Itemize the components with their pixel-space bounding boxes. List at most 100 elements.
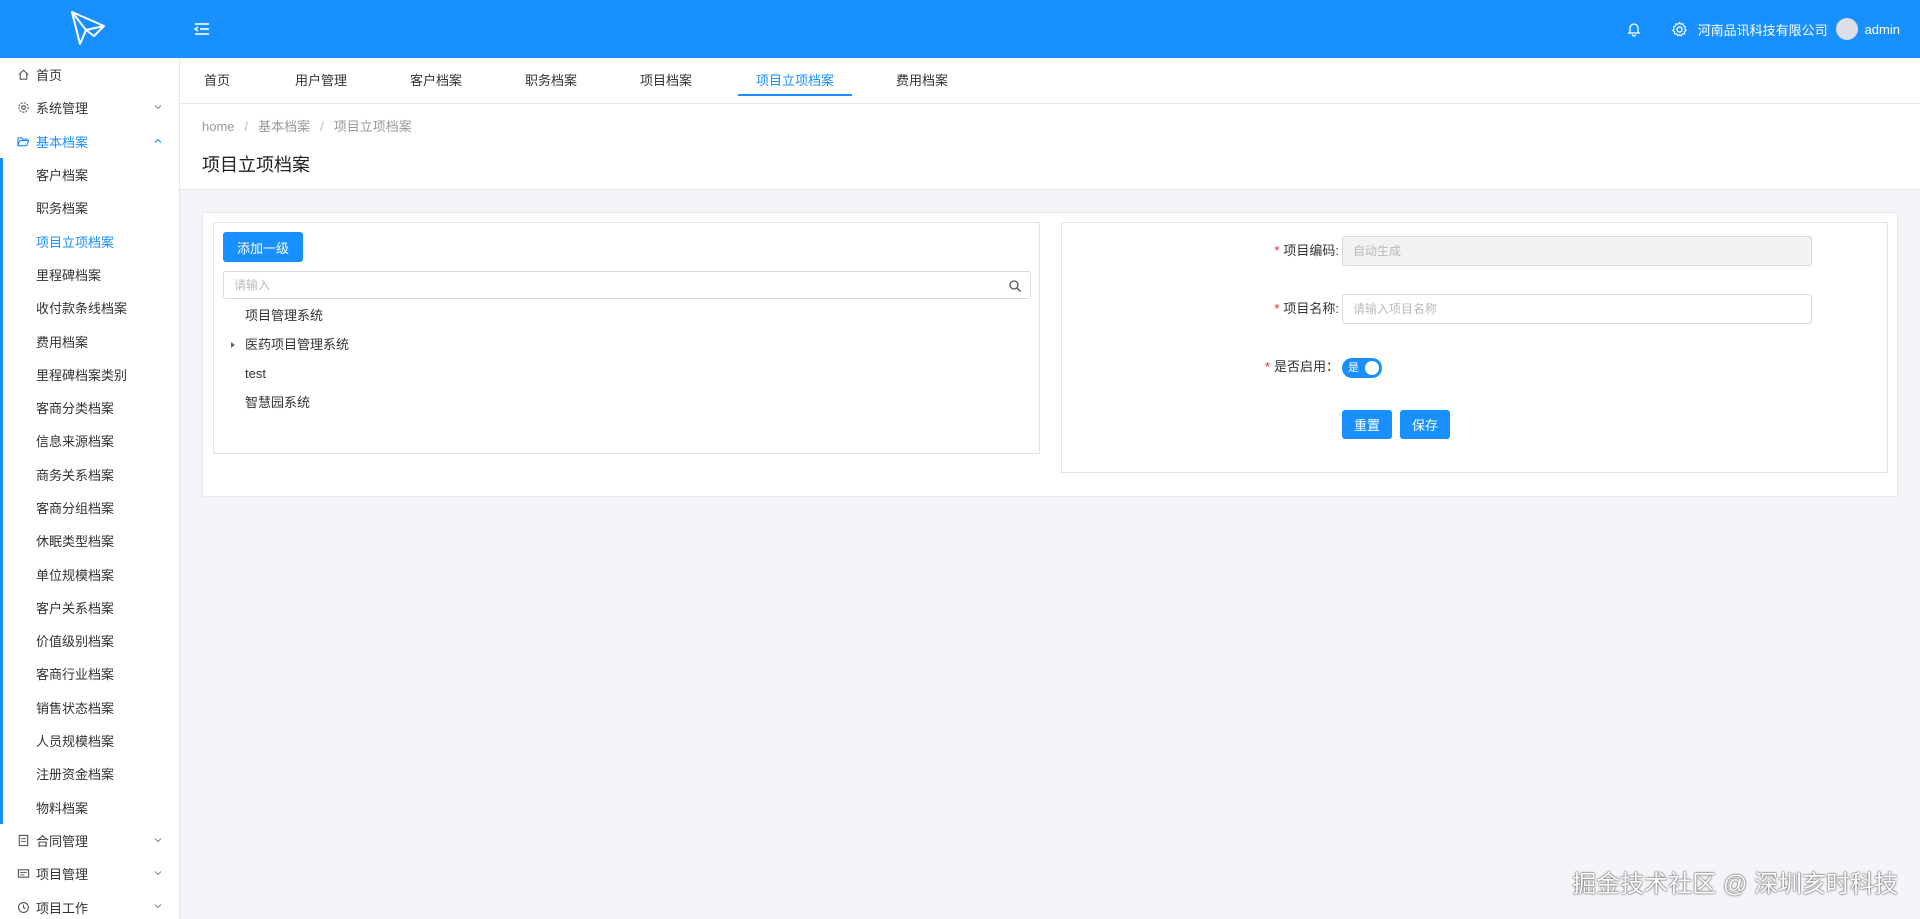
project-tree: 项目管理系统 医药项目管理系统 test 智慧园系统	[214, 301, 1039, 417]
tree-node-label: 项目管理系统	[245, 308, 324, 323]
search-icon[interactable]	[1008, 279, 1022, 293]
sidebar-subitem[interactable]: 客户关系档案	[0, 591, 179, 624]
settings-gear-icon[interactable]	[1670, 19, 1690, 39]
tree-panel: 添加一级 项目管理系统 医药项目管理系统 test 智慧园系统	[213, 222, 1040, 454]
enabled-label: 是否启用：	[1273, 359, 1339, 374]
add-top-level-button[interactable]: 添加一级	[223, 232, 304, 262]
sidebar-item-system[interactable]: 系统管理	[0, 91, 179, 124]
watermark: 掘金技术社区 @ 深圳亥时科技	[1572, 871, 1898, 898]
chevron-down-icon	[154, 904, 162, 909]
sidebar-item-basic-archive[interactable]: 基本档案	[0, 125, 179, 158]
contract-icon	[16, 833, 30, 847]
sidebar-subitem[interactable]: 价值级别档案	[0, 624, 179, 657]
project-code-field	[1342, 236, 1812, 266]
required-mark: *	[1264, 359, 1270, 374]
page-title: 项目立项档案	[202, 155, 310, 175]
sidebar-item-home[interactable]: 首页	[0, 58, 179, 91]
chevron-down-icon	[154, 105, 162, 110]
chevron-down-icon	[154, 871, 162, 876]
enabled-toggle[interactable]: 是	[1342, 358, 1382, 378]
username[interactable]: admin	[1865, 22, 1900, 37]
breadcrumb-current: 项目立项档案	[333, 119, 412, 134]
avatar[interactable]	[1835, 18, 1858, 40]
chevron-up-icon	[154, 138, 162, 143]
sidebar-subitem[interactable]: 客户档案	[0, 158, 179, 191]
tree-node[interactable]: 医药项目管理系统	[214, 330, 1039, 359]
content-card: 添加一级 项目管理系统 医药项目管理系统 test 智慧园系统 *项目编码: *…	[202, 212, 1898, 497]
clock-icon	[16, 900, 30, 914]
caret-right-icon[interactable]	[231, 342, 235, 348]
sidebar-subitem[interactable]: 客商行业档案	[0, 657, 179, 690]
tree-node[interactable]: 项目管理系统	[214, 301, 1039, 330]
sidebar-subitem[interactable]: 单位规模档案	[0, 557, 179, 590]
list-icon	[16, 867, 30, 881]
sidebar-subitem[interactable]: 职务档案	[0, 191, 179, 224]
enabled-row: * 是否启用： 是	[1062, 352, 1887, 382]
page-tabs: 首页 用户管理 客户档案 职务档案 项目档案 项目立项档案 费用档案	[180, 58, 1920, 104]
chevron-down-icon	[154, 837, 162, 843]
menu-collapse-icon[interactable]	[192, 19, 212, 39]
sidebar-subitem[interactable]: 物料档案	[0, 791, 179, 824]
tab-home[interactable]: 首页	[186, 58, 248, 104]
bell-icon[interactable]	[1624, 19, 1644, 39]
breadcrumb-basic-archive[interactable]: 基本档案	[258, 119, 310, 134]
sidebar-subitem[interactable]: 里程碑档案	[0, 258, 179, 291]
required-mark: *	[1274, 243, 1280, 258]
page-header: home / 基本档案 / 项目立项档案 项目立项档案	[180, 104, 1920, 190]
tab-expense-archive[interactable]: 费用档案	[878, 58, 966, 104]
sidebar-item-project-work[interactable]: 项目工作	[0, 890, 179, 919]
reset-button[interactable]: 重置	[1342, 410, 1393, 439]
app-logo[interactable]	[66, 8, 110, 48]
sidebar-item-label: 系统管理	[36, 101, 89, 117]
tree-node-label: test	[245, 366, 266, 381]
folder-open-icon	[16, 134, 30, 148]
sidebar-subitem[interactable]: 客商分类档案	[0, 391, 179, 424]
toggle-knob	[1365, 361, 1379, 375]
sidebar-subitem[interactable]: 里程碑档案类别	[0, 358, 179, 391]
sidebar-subitem[interactable]: 注册资金档案	[0, 757, 179, 790]
tree-search-input[interactable]	[224, 272, 1030, 298]
breadcrumb: home / 基本档案 / 项目立项档案	[202, 119, 412, 134]
tree-search	[223, 271, 1031, 299]
sidebar-subitem[interactable]: 客商分组档案	[0, 491, 179, 524]
form-actions: 重置 保存	[1342, 410, 1451, 439]
tab-user-management[interactable]: 用户管理	[277, 58, 365, 104]
sidebar-subitem[interactable]: 人员规模档案	[0, 724, 179, 757]
sidebar-item-label: 首页	[36, 68, 63, 84]
sidebar-subitem[interactable]: 商务关系档案	[0, 458, 179, 491]
form-panel: *项目编码: *项目名称: *是否启用： 是 重置 保存	[1061, 222, 1888, 473]
sidebar-subitem[interactable]: 项目立项档案	[0, 224, 179, 257]
sidebar-item-label: 合同管理	[36, 833, 89, 849]
tree-node[interactable]: test	[214, 359, 1039, 388]
top-header: 河南品讯科技有限公司 admin	[0, 0, 1920, 58]
sidebar-item-label: 项目管理	[36, 867, 89, 883]
sidebar-subitem[interactable]: 销售状态档案	[0, 691, 179, 724]
toggle-text: 是	[1348, 362, 1359, 374]
required-mark: *	[1274, 301, 1280, 316]
sidebar-item-project-management[interactable]: 项目管理	[0, 857, 179, 890]
company-name[interactable]: 河南品讯科技有限公司	[1698, 20, 1828, 39]
project-name-row: * 项目名称:	[1062, 294, 1887, 324]
tab-position-archive[interactable]: 职务档案	[507, 58, 595, 104]
basic-archive-submenu: 客户档案 职务档案 项目立项档案 里程碑档案 收付款条线档案 费用档案 里程碑档案类别 客商分…	[0, 157, 179, 824]
sidebar-item-label: 基本档案	[36, 134, 89, 150]
breadcrumb-home[interactable]: home	[202, 119, 235, 134]
gear-icon	[16, 101, 30, 115]
sidebar: 首页 系统管理 基本档案 客户档案 职务档案 项目立项档案 里程碑档案 收付款条线档案费…	[0, 58, 180, 919]
sidebar-subitem[interactable]: 休眠类型档案	[0, 524, 179, 557]
project-code-label: 项目编码:	[1283, 243, 1339, 258]
sidebar-item-contract[interactable]: 合同管理	[0, 824, 179, 857]
save-button[interactable]: 保存	[1400, 410, 1451, 439]
tree-node[interactable]: 智慧园系统	[214, 388, 1039, 417]
tree-node-label: 医药项目管理系统	[245, 337, 350, 352]
tab-customer-archive[interactable]: 客户档案	[392, 58, 480, 104]
tab-project-approval-archive[interactable]: 项目立项档案	[738, 58, 853, 104]
sidebar-subitem[interactable]: 收付款条线档案	[0, 291, 179, 324]
sidebar-item-label: 项目工作	[36, 900, 89, 916]
tree-node-label: 智慧园系统	[245, 395, 311, 410]
project-name-field[interactable]	[1342, 294, 1812, 324]
sidebar-subitem[interactable]: 信息来源档案	[0, 424, 179, 457]
sidebar-subitem[interactable]: 费用档案	[0, 324, 179, 357]
tab-project-archive[interactable]: 项目档案	[622, 58, 710, 104]
home-icon	[16, 68, 30, 82]
